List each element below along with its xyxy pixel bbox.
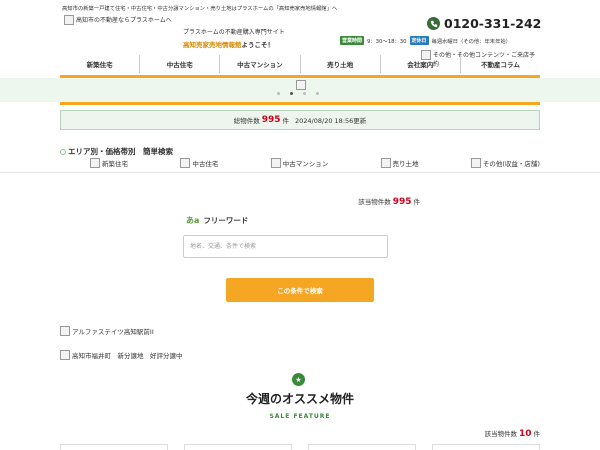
hours-badge: 営業時間 bbox=[340, 36, 365, 45]
property-card[interactable] bbox=[184, 444, 292, 450]
slider-dot-active[interactable] bbox=[290, 92, 293, 95]
nav-item-company[interactable]: 会社案内 bbox=[379, 55, 460, 73]
welcome-suffix: ようこそ！ bbox=[241, 41, 275, 49]
feature-subtitle: SALE FEATURE bbox=[269, 413, 331, 420]
main-nav: 新築住宅 中古住宅 中古マンション 売り土地 会社案内 不動産コラム bbox=[60, 55, 540, 73]
phone-number: 0120-331-242 bbox=[444, 16, 542, 31]
category-new-house[interactable]: 新築住宅 bbox=[90, 158, 128, 168]
top-description: 高知市の新築一戸建て住宅・中古住宅・中古分譲マンション・売り土地はプラスホームの… bbox=[62, 6, 338, 12]
brand-name: 高知売家売地情報館 bbox=[183, 41, 242, 49]
area-search-title-text: エリア別・価格帯別 簡単検索 bbox=[68, 147, 173, 156]
freeword-heading: あa フリーワード bbox=[186, 215, 248, 226]
hours-row: 営業時間 9：30〜18：30 定休日 毎週水曜日（その他：年末年始） bbox=[340, 36, 511, 45]
total-count-bar: 総物件数 995 件 2024/08/20 18:56更新 bbox=[60, 110, 540, 130]
logo-alt: 高知市の不動産ならプラスホームへ bbox=[76, 17, 172, 24]
count-prefix: 総物件数 bbox=[233, 117, 260, 125]
search-hits: 該当物件数 995 件 bbox=[358, 196, 420, 207]
banner-alpha-states[interactable]: アルファステイツ高知駅前II bbox=[60, 326, 154, 336]
property-card[interactable] bbox=[60, 444, 168, 450]
site-logo[interactable]: 高知市の不動産ならプラスホームへ bbox=[64, 15, 184, 25]
category-used-house[interactable]: 中古住宅 bbox=[180, 158, 218, 168]
section-divider bbox=[0, 172, 600, 173]
hours-text: 9：30〜18：30 bbox=[367, 38, 407, 45]
slider-dot[interactable] bbox=[277, 92, 280, 95]
category-label: 中古マンション bbox=[282, 160, 329, 168]
nav-item-land[interactable]: 売り土地 bbox=[299, 55, 380, 73]
area-search-title: エリア別・価格帯別 簡単検索 bbox=[60, 146, 173, 157]
holiday-badge: 定休日 bbox=[409, 36, 429, 45]
phone-link[interactable]: 0120-331-242 bbox=[427, 16, 541, 31]
category-label: 売り土地 bbox=[392, 160, 419, 168]
category-used-mansion[interactable]: 中古マンション bbox=[271, 158, 329, 168]
count-suffix: 件 bbox=[282, 117, 290, 125]
feature-cards bbox=[60, 444, 540, 450]
category-label: その他(収益・店舗) bbox=[482, 160, 540, 168]
category-label: 新築住宅 bbox=[102, 160, 128, 168]
property-card[interactable] bbox=[308, 444, 416, 450]
banner-alt: アルファステイツ高知駅前II bbox=[72, 328, 154, 336]
slider-dot[interactable] bbox=[303, 92, 306, 95]
feature-hits-count: 10 bbox=[518, 429, 532, 439]
holiday-text: 毎週水曜日（その他：年末年始） bbox=[431, 38, 511, 45]
hits-suffix: 件 bbox=[413, 198, 421, 206]
hits-label: 該当物件数 bbox=[358, 198, 391, 206]
freeword-label: フリーワード bbox=[203, 216, 249, 225]
hero-image bbox=[296, 80, 306, 90]
search-button[interactable]: この条件で検索 bbox=[226, 278, 374, 302]
feature-title: 今週のオススメ物件 bbox=[245, 392, 354, 406]
banner-fukui-town[interactable]: 高知市福井町 新分譲地 好評分譲中 bbox=[60, 350, 183, 360]
updated-date: 2024/08/20 18:56更新 bbox=[295, 117, 367, 125]
feature-hits: 該当物件数 10 件 bbox=[484, 428, 540, 439]
property-card[interactable] bbox=[432, 444, 540, 450]
nav-item-used-house[interactable]: 中古住宅 bbox=[139, 55, 219, 73]
circle-icon bbox=[60, 148, 66, 155]
total-count: 995 bbox=[261, 115, 281, 125]
category-other[interactable]: その他(収益・店舗) bbox=[471, 158, 540, 168]
category-land[interactable]: 売り土地 bbox=[381, 158, 419, 168]
hits-count: 995 bbox=[392, 197, 412, 207]
area-categories: 新築住宅 中古住宅 中古マンション 売り土地 その他(収益・店舗) bbox=[90, 158, 540, 168]
banner-alt: 高知市福井町 新分譲地 好評分譲中 bbox=[72, 352, 183, 360]
welcome-text: 高知売家売地情報館ようこそ！ bbox=[183, 39, 274, 49]
nav-item-column[interactable]: 不動産コラム bbox=[459, 55, 540, 73]
freeword-input[interactable] bbox=[183, 235, 388, 258]
nav-item-new-house[interactable]: 新築住宅 bbox=[60, 55, 139, 73]
star-icon: ★ bbox=[292, 373, 305, 386]
nav-item-used-mansion[interactable]: 中古マンション bbox=[219, 55, 299, 73]
feature-hits-label: 該当物件数 bbox=[484, 430, 517, 438]
slider-dots bbox=[277, 92, 319, 95]
feature-hits-suffix: 件 bbox=[533, 430, 541, 438]
tagline: プラスホームの不動産購入専門サイト bbox=[183, 29, 285, 36]
slider-dot[interactable] bbox=[316, 92, 319, 95]
freeword-icon: あa bbox=[186, 216, 200, 225]
hero-underline bbox=[60, 102, 540, 105]
phone-icon bbox=[427, 17, 440, 30]
category-label: 中古住宅 bbox=[192, 160, 219, 168]
